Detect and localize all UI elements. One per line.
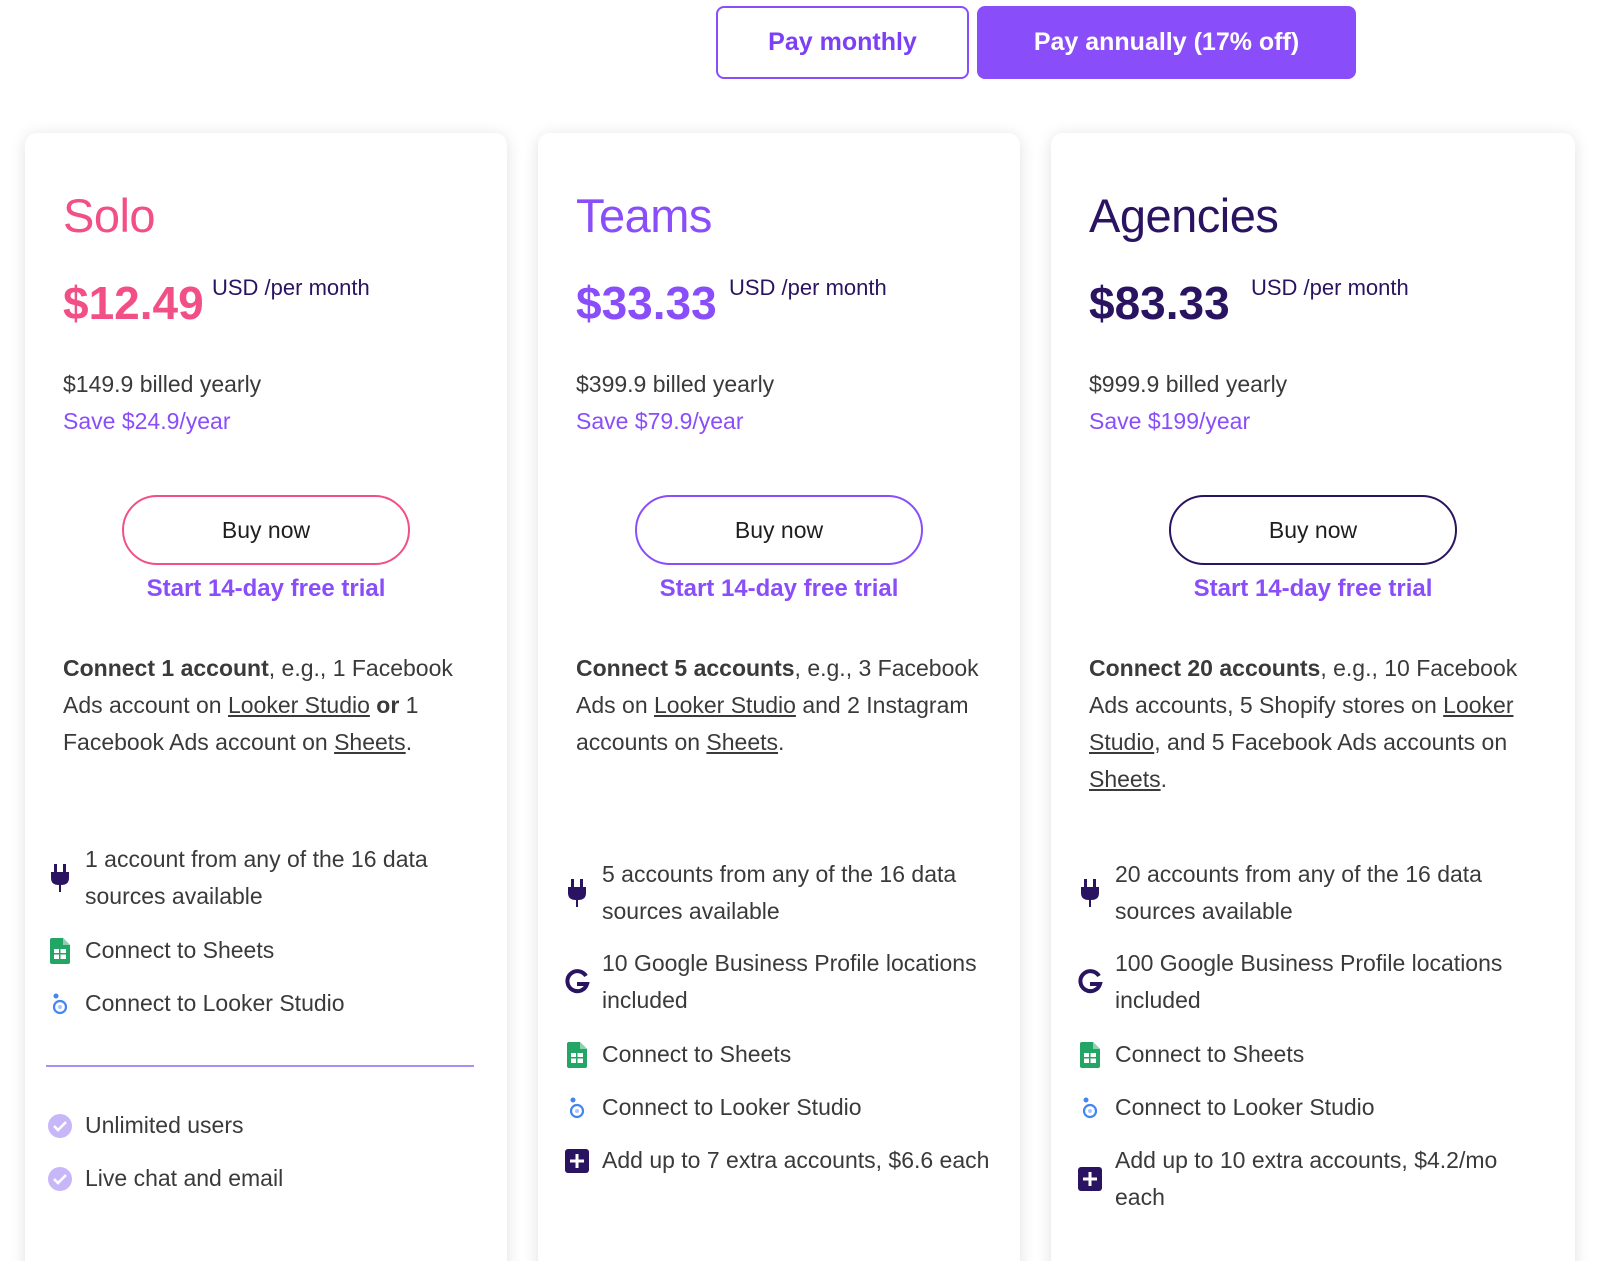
looker-studio-icon [45,992,75,1016]
billing-toggle: Pay monthly Pay annually (17% off) [716,6,1356,79]
feature-text: Unlimited users [85,1112,244,1138]
free-trial-link[interactable]: Start 14-day free trial [1169,575,1457,603]
feature-item: Live chat and email [45,1160,455,1197]
sheets-link[interactable]: Sheets [334,729,406,755]
feature-text: Connect to Sheets [1115,1041,1305,1067]
savings-text: Save $24.9/year [63,408,231,434]
feature-item: Connect to Looker Studio [1075,1089,1505,1126]
feature-item: 100 Google Business Profile locations in… [1075,945,1505,1019]
price-unit: USD /per month [729,275,887,300]
looker-studio-icon [562,1096,592,1120]
plan-price: $12.49 [63,277,204,329]
desc-bold: Connect 20 accounts [1089,655,1321,681]
plan-card-agencies: Agencies $83.33 USD /per month $999.9 bi… [1051,133,1575,1261]
feature-item: 20 accounts from any of the 16 data sour… [1075,856,1505,930]
feature-text: 20 accounts from any of the 16 data sour… [1115,861,1482,924]
plan-name: Solo [63,189,156,242]
check-circle-icon [45,1113,75,1139]
feature-text: Connect to Looker Studio [1115,1094,1375,1120]
check-circle-icon [45,1166,75,1192]
billed-yearly-text: $399.9 billed yearly [576,371,775,397]
feature-item: Connect to Sheets [562,1036,992,1073]
sheets-icon [562,1041,592,1068]
plus-square-icon [1075,1167,1105,1191]
free-trial-link[interactable]: Start 14-day free trial [122,575,410,603]
price-unit: USD /per month [212,275,370,300]
looker-studio-link[interactable]: Looker Studio [228,692,370,718]
desc-bold: Connect 5 accounts [576,655,795,681]
plug-icon [45,864,75,892]
desc-text: . [1160,766,1167,792]
looker-studio-icon [1075,1096,1105,1120]
savings-text: Save $79.9/year [576,408,744,434]
looker-studio-link[interactable]: Looker Studio [654,692,796,718]
desc-text: , and 5 Facebook Ads accounts on [1154,729,1508,755]
pay-annually-button[interactable]: Pay annually (17% off) [977,6,1356,79]
feature-text: Live chat and email [85,1165,284,1191]
plan-description: Connect 1 account, e.g., 1 Facebook Ads … [63,650,483,761]
feature-item: 1 account from any of the 16 data source… [45,841,455,915]
desc-text: . [405,729,413,755]
plug-icon [562,879,592,907]
feature-text: 100 Google Business Profile locations in… [1115,950,1503,1013]
sheets-link[interactable]: Sheets [1089,766,1161,792]
billed-yearly-text: $999.9 billed yearly [1089,371,1288,397]
sheets-icon [45,937,75,964]
plan-description: Connect 20 accounts, e.g., 10 Facebook A… [1089,650,1559,798]
buy-now-button[interactable]: Buy now [122,495,410,565]
feature-text: 1 account from any of the 16 data source… [85,846,428,909]
plan-price: $83.33 [1089,277,1230,329]
buy-now-button[interactable]: Buy now [635,495,923,565]
plan-card-solo: Solo $12.49 USD /per month $149.9 billed… [25,133,507,1261]
google-g-icon [562,969,592,995]
plan-name: Teams [576,189,712,242]
free-trial-link[interactable]: Start 14-day free trial [635,575,923,603]
plan-price: $33.33 [576,277,717,329]
savings-text: Save $199/year [1089,408,1251,434]
buy-now-button[interactable]: Buy now [1169,495,1457,565]
price-unit: USD /per month [1251,275,1409,300]
plus-square-icon [562,1148,592,1173]
billed-yearly-text: $149.9 billed yearly [63,371,262,397]
feature-item: 10 Google Business Profile locations inc… [562,945,992,1019]
feature-text: 5 accounts from any of the 16 data sourc… [602,861,957,924]
feature-text: Connect to Sheets [602,1041,792,1067]
plan-name: Agencies [1089,189,1279,242]
feature-text: Connect to Looker Studio [85,990,345,1016]
plan-description: Connect 5 accounts, e.g., 3 Facebook Ads… [576,650,996,761]
feature-text: Connect to Sheets [85,937,275,963]
feature-item: Connect to Sheets [45,932,455,969]
feature-item: 5 accounts from any of the 16 data sourc… [562,856,992,930]
feature-text: Connect to Looker Studio [602,1094,862,1120]
feature-item: Unlimited users [45,1107,455,1144]
desc-text: . [778,729,785,755]
google-g-icon [1075,969,1105,995]
sheets-icon [1075,1041,1105,1068]
feature-item: Connect to Looker Studio [562,1089,992,1126]
sheets-link[interactable]: Sheets [706,729,778,755]
feature-item: Add up to 7 extra accounts, $6.6 each [562,1142,992,1179]
feature-text: Add up to 10 extra accounts, $4.2/mo eac… [1115,1147,1498,1210]
plan-card-teams: Teams $33.33 USD /per month $399.9 bille… [538,133,1020,1261]
feature-item: Add up to 10 extra accounts, $4.2/mo eac… [1075,1142,1505,1216]
feature-text: 10 Google Business Profile locations inc… [602,950,977,1013]
plug-icon [1075,879,1105,907]
feature-text: Add up to 7 extra accounts, $6.6 each [602,1147,990,1173]
desc-or: or [369,692,406,718]
feature-item: Connect to Looker Studio [45,985,455,1022]
pay-monthly-button[interactable]: Pay monthly [716,6,969,79]
feature-item: Connect to Sheets [1075,1036,1505,1073]
desc-bold: Connect 1 account [63,655,269,681]
divider [46,1065,474,1067]
